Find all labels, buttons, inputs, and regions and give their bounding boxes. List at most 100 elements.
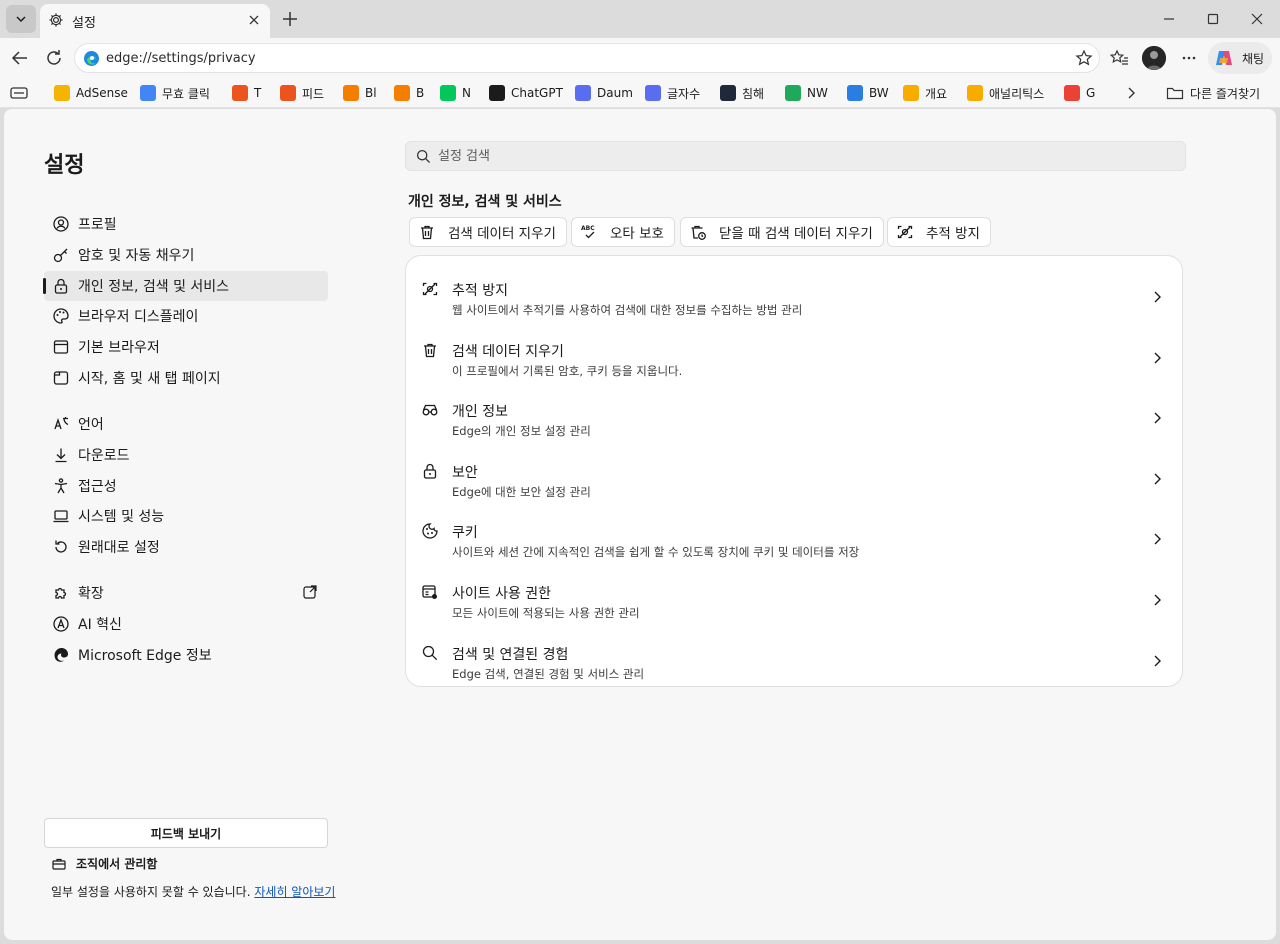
maximize-button[interactable]: [1202, 8, 1224, 30]
site-permissions-icon: [421, 583, 439, 601]
favorites-button[interactable]: [1108, 47, 1130, 69]
search-input[interactable]: [438, 146, 1138, 166]
sidebar-item[interactable]: 시스템 및 성능: [44, 501, 328, 531]
address-bar[interactable]: edge://settings/privacy: [74, 43, 1100, 73]
settings-row[interactable]: 쿠키 사이트와 세션 간에 지속적인 검색을 쉽게 할 수 있도록 장치에 쿠키 …: [406, 508, 1182, 568]
sidebar-item-label: Microsoft Edge 정보: [78, 648, 212, 664]
quick-action-label: 오타 보호: [610, 226, 664, 242]
favorite-item[interactable]: ChatGPT: [489, 83, 563, 103]
accessibility-icon: [52, 477, 70, 495]
sidebar-item-label: 언어: [78, 417, 104, 433]
tab-settings[interactable]: 설정: [40, 4, 270, 38]
browser-toolbar: edge://settings/privacy 채팅: [0, 38, 1280, 78]
favorite-label: Daum: [597, 86, 633, 100]
minimize-button[interactable]: [1158, 8, 1180, 30]
settings-row[interactable]: 사이트 사용 권한 모든 사이트에 적용되는 사용 권한 관리: [406, 569, 1182, 629]
analytics-icon: [967, 85, 983, 101]
favorite-item[interactable]: 무효 클릭: [140, 83, 210, 103]
favorite-item[interactable]: NW: [785, 83, 828, 103]
favorites-list-icon: [1109, 49, 1128, 65]
page-title: 설정: [44, 153, 85, 178]
favorite-item[interactable]: Bl: [343, 83, 377, 103]
learn-more-link[interactable]: 자세히 알아보기: [254, 885, 335, 899]
tistory-icon: [232, 85, 248, 101]
favorite-label: ChatGPT: [511, 86, 563, 100]
sidebar-item[interactable]: 다운로드: [44, 440, 328, 470]
settings-row-title: 사이트 사용 권한: [452, 586, 552, 602]
favorite-item[interactable]: 애널리틱스: [967, 83, 1044, 103]
new-tab-button[interactable]: [279, 8, 301, 30]
copilot-label: 채팅: [1242, 52, 1265, 66]
favorite-label: 무효 클릭: [162, 86, 210, 101]
favorites-toggle-button[interactable]: [10, 83, 28, 103]
sidebar-item-label: 개인 정보, 검색 및 서비스: [78, 279, 230, 295]
close-icon[interactable]: [246, 12, 262, 28]
trash-clock-icon: [689, 223, 707, 241]
other-favorites-folder[interactable]: 다른 즐겨찾기: [1166, 83, 1260, 103]
org-note-text: 일부 설정을 사용하지 못할 수 있습니다.: [51, 885, 251, 899]
quick-action-label: 추적 방지: [926, 226, 980, 242]
sidebar-item[interactable]: 암호 및 자동 채우기: [44, 240, 328, 270]
favorite-item[interactable]: B: [394, 83, 424, 103]
search-icon: [416, 149, 431, 164]
chevron-right-icon: [1150, 654, 1164, 668]
quick-action-label: 닫을 때 검색 데이터 지우기: [719, 226, 873, 242]
quick-action-chip[interactable]: 검색 데이터 지우기: [409, 217, 567, 247]
glasses-icon: [421, 401, 439, 419]
avatar[interactable]: [1142, 46, 1166, 70]
sidebar-item[interactable]: 개인 정보, 검색 및 서비스: [43, 271, 328, 301]
favorite-label: T: [254, 86, 262, 100]
favorite-item[interactable]: N: [440, 83, 471, 103]
favorite-item[interactable]: AdSense: [54, 83, 128, 103]
favorite-star-icon[interactable]: [1075, 49, 1093, 67]
favorite-item[interactable]: 피드: [280, 83, 324, 103]
settings-row[interactable]: 추적 방지 웹 사이트에서 추적기를 사용하여 검색에 대한 정보를 수집하는 방…: [406, 266, 1182, 326]
favorite-label: AdSense: [76, 86, 128, 100]
sidebar-item[interactable]: 기본 브라우저: [44, 332, 328, 362]
quick-action-chip[interactable]: ABC 오타 보호: [571, 217, 675, 247]
sidebar-item[interactable]: Microsoft Edge 정보: [44, 640, 328, 670]
settings-row[interactable]: 검색 데이터 지우기 이 프로필에서 기록된 암호, 쿠키 등을 지웁니다.: [406, 327, 1182, 387]
favorite-item[interactable]: G: [1064, 83, 1095, 103]
sidebar-item[interactable]: 언어: [44, 409, 328, 439]
favorite-item[interactable]: BW: [847, 83, 889, 103]
sidebar-item[interactable]: 브라우저 디스플레이: [44, 301, 328, 331]
briefcase-icon: [52, 857, 66, 871]
favorites-overflow-button[interactable]: [1124, 83, 1138, 103]
close-window-button[interactable]: [1246, 8, 1268, 30]
quick-action-label: 검색 데이터 지우기: [448, 226, 556, 242]
sidebar-item-label: 브라우저 디스플레이: [78, 309, 199, 325]
favorite-item[interactable]: 개요: [903, 83, 947, 103]
settings-row[interactable]: 검색 및 연결된 경험 Edge 검색, 연결된 경험 및 서비스 관리: [406, 630, 1182, 690]
settings-row[interactable]: 개인 정보 Edge의 개인 정보 설정 관리: [406, 387, 1182, 447]
favorite-label: G: [1086, 86, 1096, 100]
tistory-icon: [280, 85, 296, 101]
daum-icon: [575, 85, 591, 101]
send-feedback-button[interactable]: 피드백 보내기: [44, 818, 328, 848]
sidebar-item[interactable]: 시작, 홈 및 새 탭 페이지: [44, 363, 328, 393]
puzzle-icon: [52, 584, 70, 602]
favorite-item[interactable]: 글자수: [645, 83, 700, 103]
sidebar-item[interactable]: 프로필: [44, 209, 328, 239]
refresh-button[interactable]: [43, 47, 65, 69]
favorite-item[interactable]: 침해: [720, 83, 764, 103]
back-button[interactable]: [9, 47, 31, 69]
favorite-label: 개요: [925, 86, 948, 101]
tab-bar: 설정: [0, 0, 1280, 38]
sidebar-item[interactable]: 접근성: [44, 471, 328, 501]
bing-icon: [847, 85, 863, 101]
favorite-item[interactable]: Daum: [575, 83, 633, 103]
copilot-chat-button[interactable]: 채팅: [1208, 42, 1272, 74]
sidebar-item[interactable]: AI 혁신: [44, 609, 328, 639]
favorite-item[interactable]: T: [232, 83, 261, 103]
settings-card: 추적 방지 웹 사이트에서 추적기를 사용하여 검색에 대한 정보를 수집하는 방…: [405, 255, 1183, 687]
sidebar-item[interactable]: 원래대로 설정: [44, 532, 328, 562]
quick-action-chip[interactable]: 닫을 때 검색 데이터 지우기: [680, 217, 884, 247]
more-menu-button[interactable]: [1178, 47, 1200, 69]
settings-row[interactable]: 보안 Edge에 대한 보안 설정 관리: [406, 448, 1182, 508]
tab-actions-button[interactable]: [6, 5, 36, 33]
blogger-icon: [394, 85, 410, 101]
favorite-label: N: [462, 86, 471, 100]
sidebar-item[interactable]: 확장: [44, 578, 328, 608]
quick-action-chip[interactable]: 추적 방지: [887, 217, 991, 247]
